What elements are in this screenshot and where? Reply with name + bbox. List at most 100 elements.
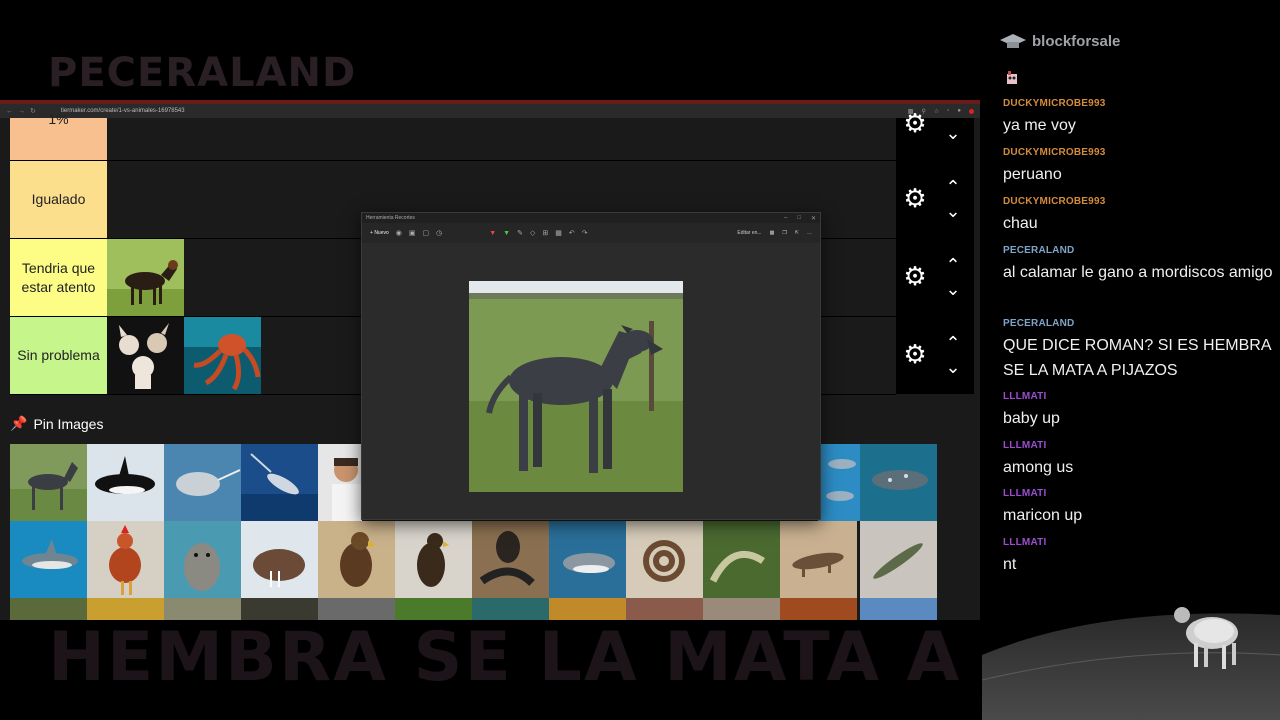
chat-username[interactable]: LLLMATI [1003,537,1273,548]
animal-thumb[interactable] [318,598,395,620]
chat-text: chau [1003,215,1038,232]
octopus-image[interactable] [184,317,261,394]
snip-titlebar[interactable]: Herramienta Recortes – □ ✕ [362,213,820,223]
animal-thumb[interactable] [395,598,472,620]
seal-thumb[interactable] [164,521,241,598]
gear-icon[interactable]: ⚙ [902,110,928,136]
timer-icon[interactable]: ◷ [436,229,442,237]
tier-label[interactable]: Sin problema [10,317,107,394]
chat-username[interactable]: LLLMATI [1003,391,1273,402]
chat-text: baby up [1003,410,1060,427]
man-thumb[interactable] [318,444,362,521]
tier-label[interactable]: Tendria que estar atento [10,239,107,316]
tier-label[interactable]: 1% [10,111,107,160]
chevron-down-icon[interactable]: ⌄ [942,124,964,142]
chat-text: among us [1003,459,1074,476]
chat-username[interactable]: DUCKYMICROBE993 [1003,196,1273,207]
walrus-thumb[interactable] [241,521,318,598]
great-dane-thumb[interactable] [10,444,87,521]
more-icon[interactable]: … [807,230,812,236]
gear-icon[interactable]: ⚙ [902,185,928,211]
chihuahuas-image[interactable] [107,317,184,394]
chat-username[interactable]: DUCKYMICROBE993 [1003,98,1273,109]
tier-items[interactable] [107,118,896,160]
shape-icon[interactable]: ◇ [530,229,535,237]
chevron-up-icon[interactable]: ⌃ [942,334,964,352]
rooster-thumb[interactable] [87,521,164,598]
reload-icon[interactable]: ↻ [30,107,36,115]
chat-username[interactable]: DUCKYMICROBE993 [1003,147,1273,158]
new-snip-button[interactable]: + Nuevo [370,230,389,236]
tier-label[interactable]: Igualado [10,161,107,238]
shark-thumb[interactable] [10,521,87,598]
gear-icon[interactable]: ⚙ [902,341,928,367]
camera-icon[interactable]: ◉ [396,229,402,237]
crop-icon[interactable]: ⊞ [542,229,548,237]
gear-icon[interactable]: ⚙ [902,263,928,289]
extensions-icon[interactable]: ▫ [947,108,949,115]
forward-icon[interactable]: → [18,108,25,115]
emote-icon [1007,71,1017,84]
animal-thumb[interactable] [703,598,780,620]
swordfish-thumb[interactable] [241,444,318,521]
dolphins-thumb[interactable] [818,444,860,521]
share-icon[interactable]: ⇱ [795,230,799,236]
address-bar[interactable]: ← → ↻ tiermaker.com/create/1-vs-animales… [0,104,980,118]
recording-icon [969,108,974,114]
animal-thumb[interactable] [10,598,87,620]
animal-thumb[interactable] [472,598,549,620]
chevron-down-icon[interactable]: ⌄ [942,202,964,220]
mamba-thumb[interactable] [703,521,780,598]
snake-coil-thumb[interactable] [626,521,703,598]
redo-icon[interactable]: ↷ [582,229,588,237]
shark2-thumb[interactable] [549,521,626,598]
undo-icon[interactable]: ↶ [569,229,575,237]
chat-username[interactable]: PECERALAND [1003,245,1273,256]
chat-username[interactable]: LLLMATI [1003,488,1273,499]
eraser-icon[interactable]: ✎ [517,229,523,237]
text-actions-icon[interactable]: ▦ [555,229,562,237]
highlighter-icon[interactable]: ▼ [503,230,510,237]
orca-thumb[interactable] [87,444,164,521]
chat-message: LLLMATI baby up [1003,391,1273,431]
animal-thumb[interactable] [549,598,626,620]
close-icon[interactable]: ✕ [811,215,816,222]
save-icon[interactable]: ▩ [770,230,775,236]
edit-in-button[interactable]: Editar en... [737,230,761,236]
doberman-image[interactable] [107,239,184,316]
bookmark-star-icon[interactable]: ☆ [934,108,939,115]
komodo-thumb[interactable] [780,521,857,598]
hawk-thumb[interactable] [395,521,472,598]
chevron-down-icon[interactable]: ⌄ [942,280,964,298]
chevron-down-icon[interactable]: ⌄ [942,358,964,376]
animal-thumb[interactable] [164,598,241,620]
animal-thumb[interactable] [626,598,703,620]
tier-controls: ⚙ ⌄ ⚙ ⌃ ⌄ ⚙ ⌃ ⌄ ⚙ ⌃ ⌄ [896,110,974,394]
profile-icon[interactable]: ● [957,108,961,115]
eagle-thumb[interactable] [318,521,395,598]
maximize-icon[interactable]: □ [797,215,801,222]
copy-icon[interactable]: ❐ [782,230,786,236]
chevron-up-icon[interactable]: ⌃ [942,256,964,274]
chevron-up-icon[interactable]: ⌃ [942,178,964,196]
url-text[interactable]: tiermaker.com/create/1-vs-animales-16978… [61,108,185,114]
pen-icon[interactable]: ▼ [489,230,496,237]
video-icon[interactable]: ▣ [409,229,416,237]
snip-mode-icon[interactable]: ▢ [423,229,430,237]
chat-text: maricon up [1003,507,1083,524]
cobra-thumb[interactable] [472,521,549,598]
animal-thumb[interactable] [860,598,937,620]
minimize-icon[interactable]: – [784,215,787,222]
crocodile-thumb[interactable] [860,521,937,598]
chat-username[interactable]: LLLMATI [1003,440,1273,451]
whale-thumb[interactable] [860,444,937,521]
pin-images-toggle[interactable]: 📌 Pin Images [10,415,103,432]
back-icon[interactable]: ← [6,108,13,115]
animal-thumb[interactable] [241,598,318,620]
chat-message: PECERALAND al calamar le gano a mordisco… [1003,245,1273,285]
chat-username[interactable]: PECERALAND [1003,318,1273,329]
animal-thumb[interactable] [87,598,164,620]
narwhal-thumb[interactable] [164,444,241,521]
chat-text: ya me voy [1003,117,1076,134]
animal-thumb[interactable] [780,598,857,620]
